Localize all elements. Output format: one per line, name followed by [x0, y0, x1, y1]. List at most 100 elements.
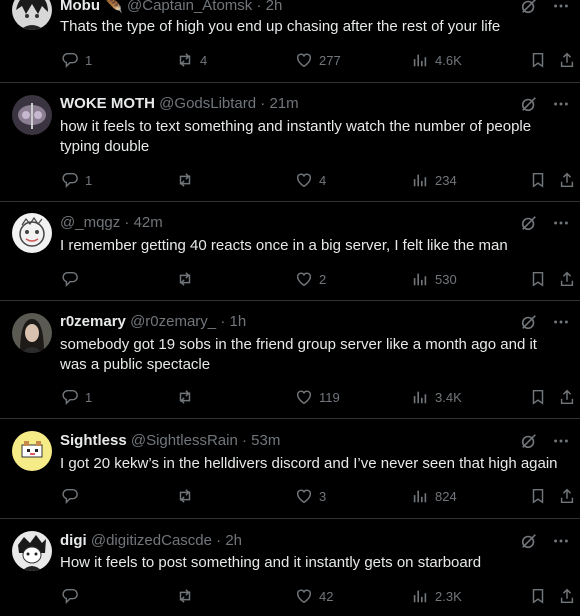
bookmark-button[interactable] [529, 170, 547, 190]
tweet-text: how it feels to text something and insta… [60, 118, 532, 155]
separator: · [256, 0, 262, 14]
reply-button[interactable] [61, 269, 85, 289]
grok-icon[interactable] [520, 532, 538, 550]
timestamp[interactable]: 2h [266, 0, 283, 14]
reply-icon [62, 52, 78, 69]
more-options-icon[interactable] [552, 532, 570, 550]
grok-icon[interactable] [520, 0, 538, 15]
share-button[interactable] [558, 50, 576, 70]
timestamp[interactable]: 1h [230, 313, 247, 330]
verified-icon: 🪶 [99, 0, 123, 14]
retweet-button[interactable] [176, 586, 200, 606]
grok-icon[interactable] [520, 95, 538, 113]
reply-button[interactable]: 1 [61, 170, 92, 190]
author-name[interactable]: digi [60, 532, 87, 549]
more-options-icon[interactable] [552, 0, 570, 15]
reply-button[interactable] [61, 586, 85, 606]
bookmark-icon [532, 488, 544, 504]
retweet-button[interactable] [176, 170, 200, 190]
reply-icon [62, 172, 78, 189]
share-icon [560, 271, 574, 287]
share-button[interactable] [558, 387, 576, 407]
view-count: 530 [435, 271, 457, 287]
like-button[interactable]: 4 [295, 170, 326, 190]
view-count: 3.4K [435, 389, 462, 405]
tweet[interactable]: WOKE MOTH @GodsLibtard · 21m how it feel… [0, 83, 580, 202]
share-button[interactable] [558, 269, 576, 289]
author-name[interactable]: WOKE MOTH [60, 95, 155, 112]
bookmark-button[interactable] [529, 586, 547, 606]
retweet-icon [179, 589, 191, 603]
bookmark-button[interactable] [529, 387, 547, 407]
share-button[interactable] [558, 486, 576, 506]
tweet[interactable]: digi @digitizedCascde · 2h How it feels … [0, 519, 580, 616]
sketch-character-avatar[interactable] [12, 531, 52, 571]
bookmark-button[interactable] [529, 50, 547, 70]
grok-icon[interactable] [520, 432, 538, 450]
author-handle[interactable]: @SightlessRain [131, 432, 238, 449]
like-button[interactable]: 2 [295, 269, 326, 289]
views-button[interactable]: 4.6K [411, 50, 462, 70]
reply-button[interactable]: 1 [61, 387, 92, 407]
reply-icon [62, 271, 78, 288]
author-handle[interactable]: @_mqgz [60, 214, 120, 231]
author-name[interactable]: r0zemary [60, 313, 126, 330]
bookmark-icon [532, 172, 544, 188]
like-count: 277 [319, 52, 341, 68]
reply-button[interactable] [61, 486, 85, 506]
views-button[interactable]: 234 [411, 170, 457, 190]
views-button[interactable]: 3.4K [411, 387, 462, 407]
retweet-count: 4 [200, 52, 208, 68]
heart-icon [296, 390, 312, 405]
tweet[interactable]: @_mqgz · 42m I remember getting 40 react… [0, 202, 580, 301]
views-button[interactable]: 824 [411, 486, 457, 506]
reply-button[interactable]: 1 [61, 50, 92, 70]
doodle-face-avatar[interactable] [12, 213, 52, 253]
reply-count: 1 [85, 389, 93, 405]
moth-avatar[interactable] [12, 95, 52, 135]
grok-icon[interactable] [520, 313, 538, 331]
like-button[interactable]: 277 [295, 50, 341, 70]
more-options-icon[interactable] [552, 313, 570, 331]
reply-icon [62, 588, 78, 605]
tweet[interactable]: Mobu 🪶 @Captain_Atomsk · 2h Thats the ty… [0, 0, 580, 83]
person-photo-avatar[interactable] [12, 313, 52, 353]
like-button[interactable]: 42 [295, 586, 333, 606]
grok-icon[interactable] [520, 214, 538, 232]
pixel-dog-avatar[interactable] [12, 431, 52, 471]
tweet-text: I remember getting 40 reacts once in a b… [60, 237, 508, 254]
author-name[interactable]: Sightless [60, 432, 127, 449]
timestamp[interactable]: 21m [269, 95, 298, 112]
share-button[interactable] [558, 170, 576, 190]
tweet[interactable]: r0zemary @r0zemary_ · 1h somebody got 19… [0, 301, 580, 419]
more-options-icon[interactable] [552, 432, 570, 450]
author-name[interactable]: Mobu [60, 0, 100, 14]
author-handle[interactable]: @r0zemary_ [130, 313, 216, 330]
reply-icon [62, 488, 78, 505]
anime-character-avatar[interactable] [12, 0, 52, 30]
timestamp[interactable]: 42m [134, 214, 163, 231]
tweet[interactable]: Sightless @SightlessRain · 53m I got 20 … [0, 419, 580, 519]
retweet-button[interactable] [176, 387, 200, 407]
retweet-button[interactable]: 4 [176, 50, 207, 70]
like-button[interactable]: 119 [295, 387, 340, 407]
more-options-icon[interactable] [552, 214, 570, 232]
bookmark-button[interactable] [529, 486, 547, 506]
reply-count: 1 [85, 52, 93, 68]
bookmark-button[interactable] [529, 269, 547, 289]
retweet-icon [179, 272, 191, 286]
retweet-button[interactable] [176, 486, 200, 506]
author-handle[interactable]: @Captain_Atomsk [127, 0, 252, 14]
like-button[interactable]: 3 [295, 486, 326, 506]
timestamp[interactable]: 2h [225, 532, 242, 549]
share-icon [560, 172, 574, 188]
author-handle[interactable]: @GodsLibtard [159, 95, 256, 112]
share-button[interactable] [558, 586, 576, 606]
heart-icon [296, 589, 312, 604]
author-handle[interactable]: @digitizedCascde [91, 532, 212, 549]
views-button[interactable]: 2.3K [411, 586, 462, 606]
timestamp[interactable]: 53m [251, 432, 280, 449]
retweet-button[interactable] [176, 269, 200, 289]
more-options-icon[interactable] [552, 95, 570, 113]
views-button[interactable]: 530 [411, 269, 457, 289]
